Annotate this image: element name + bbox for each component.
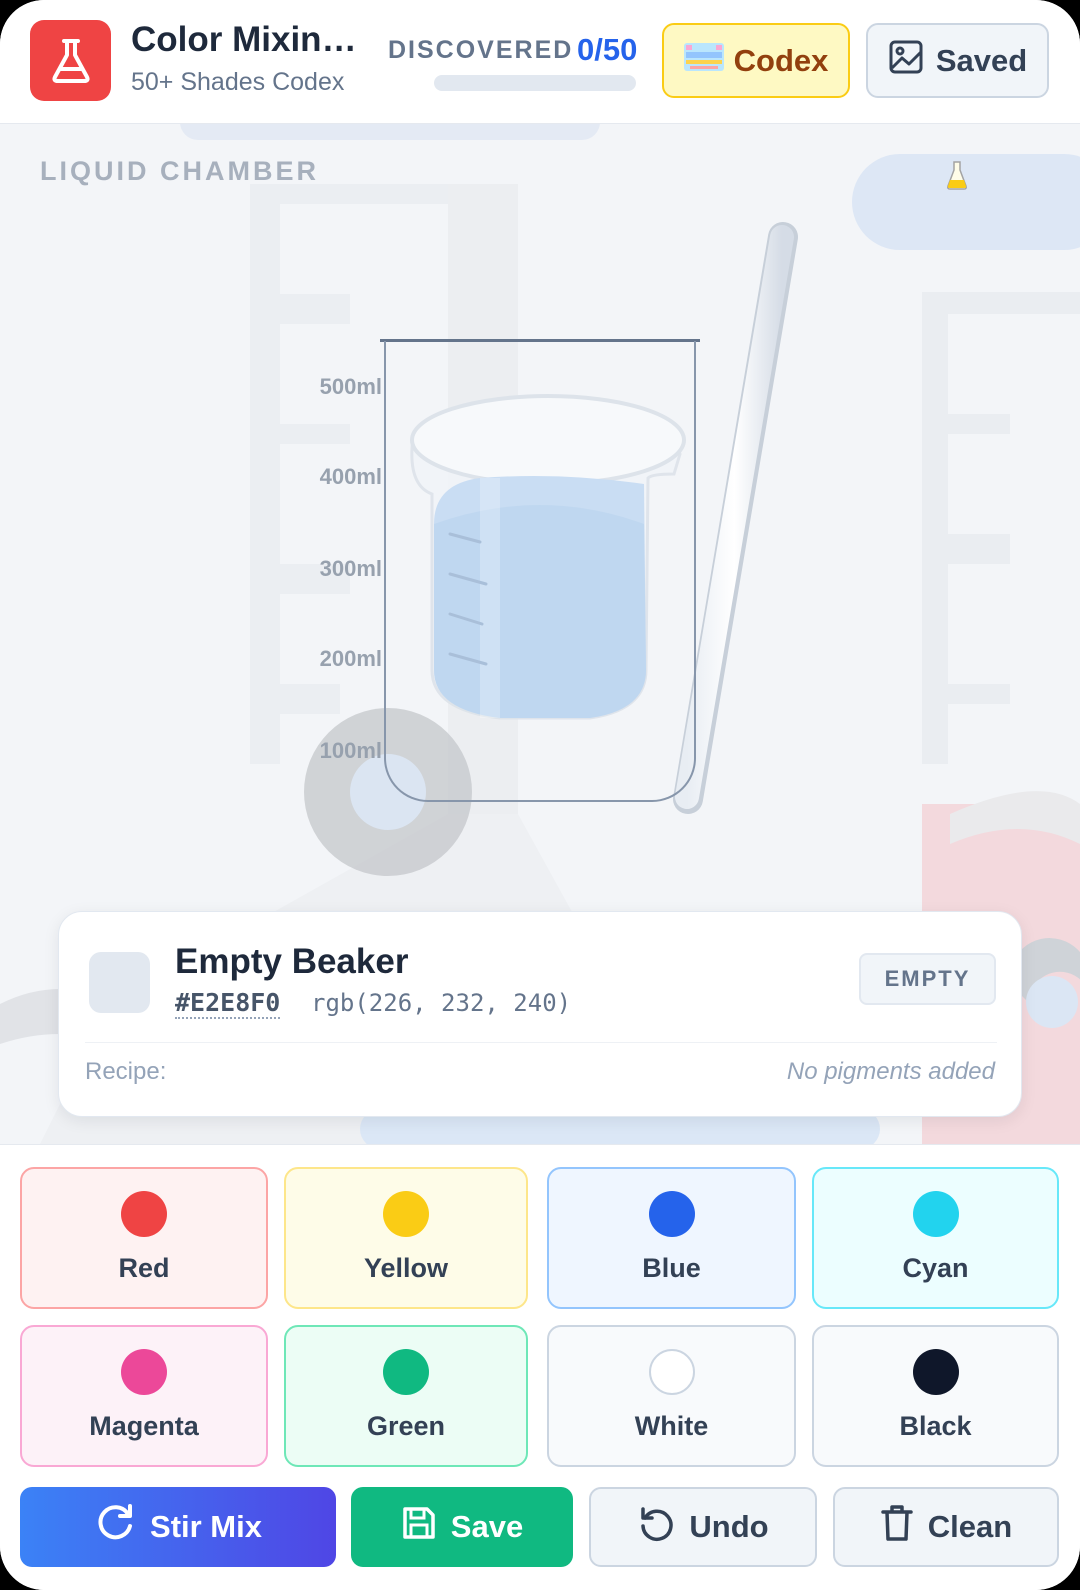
- yellow-pigment-dot-icon: [383, 1191, 429, 1237]
- undo-label: Undo: [689, 1509, 769, 1544]
- beaker[interactable]: [384, 341, 696, 802]
- save-label: Save: [450, 1509, 524, 1544]
- mix-info-card: Empty Beaker #E2E8F0 rgb(226, 232, 240) …: [58, 911, 1022, 1117]
- app-header: Color Mixing Lab 50+ Shades Codex DISCOV…: [0, 0, 1080, 124]
- flask-logo-icon: [30, 20, 111, 101]
- recipe-value: No pigments added: [786, 1058, 995, 1085]
- discovered-label: DISCOVERED: [388, 36, 574, 64]
- save-button[interactable]: Save: [351, 1487, 573, 1567]
- discovered-progress-bar: [434, 75, 636, 91]
- discovered-count: 0/50: [577, 32, 638, 67]
- white-pigment-dot-icon: [648, 1349, 695, 1395]
- pigment-label: Cyan: [902, 1253, 969, 1283]
- recipe-label: Recipe:: [85, 1058, 167, 1085]
- trash-icon: [880, 1503, 914, 1551]
- saved-button[interactable]: Saved: [866, 23, 1049, 98]
- volume-tick-400: 400ml: [319, 464, 382, 489]
- pigment-button-magenta[interactable]: Magenta: [20, 1325, 268, 1467]
- image-icon: [888, 39, 924, 83]
- pigment-button-green[interactable]: Green: [284, 1325, 528, 1467]
- red-pigment-dot-icon: [121, 1191, 167, 1237]
- green-pigment-dot-icon: [383, 1349, 429, 1395]
- undo-button[interactable]: Undo: [589, 1487, 817, 1567]
- volume-tick-300: 300ml: [319, 556, 382, 581]
- undo-icon: [637, 1504, 675, 1550]
- codex-label: Codex: [733, 42, 829, 78]
- pigment-label: White: [634, 1411, 709, 1441]
- color-rgb-value: rgb(226, 232, 240): [311, 989, 572, 1017]
- pigment-label: Yellow: [363, 1253, 449, 1283]
- pigment-label: Red: [118, 1253, 170, 1283]
- clean-button[interactable]: Clean: [833, 1487, 1059, 1567]
- codex-button[interactable]: Codex: [662, 23, 850, 98]
- stir-mix-button[interactable]: Stir Mix: [20, 1487, 336, 1567]
- app-subtitle: 50+ Shades Codex: [131, 68, 345, 96]
- pigment-label: Blue: [642, 1253, 701, 1283]
- stir-mix-label: Stir Mix: [150, 1509, 262, 1544]
- pigment-button-blue[interactable]: Blue: [547, 1167, 796, 1309]
- color-name: Empty Beaker: [175, 942, 409, 981]
- floppy-disk-icon: [401, 1505, 437, 1549]
- potion-flask-icon: [946, 160, 968, 195]
- pigment-button-cyan[interactable]: Cyan: [812, 1167, 1059, 1309]
- pigment-button-white[interactable]: White: [547, 1325, 796, 1467]
- pigment-button-black[interactable]: Black: [812, 1325, 1059, 1467]
- volume-tick-500: 500ml: [319, 374, 382, 399]
- blue-pigment-dot-icon: [648, 1191, 695, 1237]
- refresh-icon: [94, 1502, 136, 1552]
- volume-tick-100: 100ml: [319, 738, 382, 763]
- volume-tick-200: 200ml: [319, 646, 382, 671]
- pigment-label: Black: [899, 1411, 972, 1441]
- controls-panel: Red Yellow Blue Cyan Magenta Green White: [0, 1144, 1080, 1590]
- pigment-button-red[interactable]: Red: [20, 1167, 268, 1309]
- saved-label: Saved: [935, 42, 1028, 78]
- chamber-label: LIQUID CHAMBER: [40, 156, 319, 186]
- liquid-chamber: LIQUID CHAMBER 500ml 400ml 300ml 200ml 1…: [0, 124, 1080, 1144]
- cyan-pigment-dot-icon: [912, 1191, 959, 1237]
- periodic-table-icon: [683, 42, 724, 79]
- black-pigment-dot-icon: [912, 1349, 959, 1395]
- color-hex-code[interactable]: #E2E8F0: [175, 989, 281, 1019]
- status-badge: EMPTY: [859, 953, 996, 1005]
- pigment-label: Green: [366, 1411, 446, 1441]
- card-divider: [85, 1042, 997, 1043]
- clean-label: Clean: [927, 1509, 1013, 1544]
- app-title: Color Mixing Lab: [131, 20, 361, 59]
- pigment-button-yellow[interactable]: Yellow: [284, 1167, 528, 1309]
- magenta-pigment-dot-icon: [121, 1349, 167, 1395]
- color-swatch: [89, 952, 150, 1013]
- pigment-label: Magenta: [89, 1411, 199, 1441]
- app-window: Color Mixing Lab 50+ Shades Codex DISCOV…: [0, 0, 1080, 1590]
